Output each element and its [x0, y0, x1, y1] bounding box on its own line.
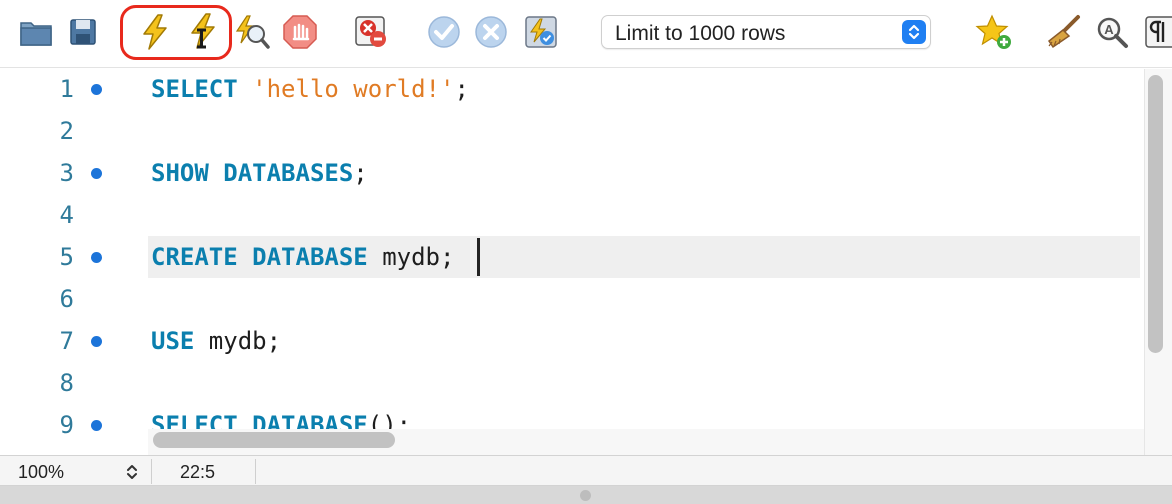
chevron-up-down-icon — [902, 20, 926, 44]
code-text: ; — [353, 159, 368, 187]
code-line-5: CREATE DATABASE mydb; — [151, 237, 454, 277]
horizontal-scroll-thumb[interactable] — [153, 432, 395, 448]
line-number: 4 — [59, 201, 74, 229]
svg-text:A: A — [1104, 22, 1114, 37]
sql-keyword: CREATE DATABASE — [151, 243, 368, 271]
code-text: (); — [367, 411, 412, 429]
sql-keyword: SELECT DATABASE — [151, 411, 368, 429]
zoom-control[interactable]: 100% — [4, 459, 152, 484]
editor-status-bar: 100% 22:5 — [0, 455, 1172, 486]
line-number: 5 — [59, 243, 74, 271]
editor-toolbar: Limit to 1000 rows A — [0, 0, 1172, 68]
sql-editor[interactable]: 1 2 3 4 5 6 7 8 9 SELECT 'hello world!';… — [0, 69, 1172, 455]
split-handle-dot[interactable] — [580, 490, 591, 501]
save-icon[interactable] — [63, 12, 103, 52]
vertical-scroll-thumb[interactable] — [1148, 75, 1163, 353]
sql-keyword: USE — [151, 327, 195, 355]
invisible-characters-icon[interactable] — [1140, 12, 1172, 52]
find-icon[interactable]: A — [1092, 12, 1132, 52]
cursor-position: 22:5 — [154, 459, 256, 484]
statement-marker-dot — [91, 252, 102, 263]
line-number: 2 — [59, 117, 74, 145]
code-line-1: SELECT 'hello world!'; — [151, 69, 469, 109]
code-line-3: SHOW DATABASES; — [151, 153, 368, 193]
sql-string: 'hello world!' — [252, 75, 455, 103]
code-text: mydb; — [194, 327, 282, 355]
line-number: 3 — [59, 159, 74, 187]
line-number-gutter: 1 2 3 4 5 6 7 8 9 — [0, 69, 118, 455]
toggle-stop-on-error-icon[interactable] — [351, 12, 391, 52]
cursor-position-value: 22:5 — [180, 462, 216, 482]
commit-icon[interactable] — [424, 12, 464, 52]
autocommit-icon[interactable] — [521, 12, 561, 52]
explain-icon[interactable] — [232, 12, 272, 52]
rollback-icon[interactable] — [471, 12, 511, 52]
statement-marker-dot — [91, 84, 102, 95]
execute-buttons-highlight — [120, 5, 232, 60]
sql-keyword: SHOW DATABASES — [151, 159, 354, 187]
stop-icon[interactable] — [280, 12, 320, 52]
zoom-level: 100% — [18, 462, 65, 482]
open-folder-icon[interactable] — [16, 12, 56, 52]
code-text: mydb; — [367, 243, 455, 271]
code-text: ; — [454, 75, 469, 103]
line-number: 6 — [59, 285, 74, 313]
row-limit-value: Limit to 1000 rows — [615, 22, 786, 45]
line-number: 1 — [59, 75, 74, 103]
text-caret — [477, 238, 480, 276]
beautify-icon[interactable] — [1044, 12, 1084, 52]
zoom-stepper-icon[interactable] — [122, 461, 142, 483]
line-number: 9 — [59, 411, 74, 439]
statement-marker-dot — [91, 168, 102, 179]
line-number: 8 — [59, 369, 74, 397]
statement-marker-dot — [91, 420, 102, 431]
add-snippet-icon[interactable] — [974, 12, 1014, 52]
row-limit-select[interactable]: Limit to 1000 rows — [601, 15, 931, 49]
sql-keyword: SELECT — [151, 75, 238, 103]
code-line-7: USE mydb; — [151, 321, 281, 361]
statement-marker-dot — [91, 336, 102, 347]
line-number: 7 — [59, 327, 74, 355]
code-line-9: SELECT DATABASE(); — [151, 405, 411, 429]
code-text-area[interactable]: SELECT 'hello world!'; SHOW DATABASES; C… — [148, 69, 1140, 429]
